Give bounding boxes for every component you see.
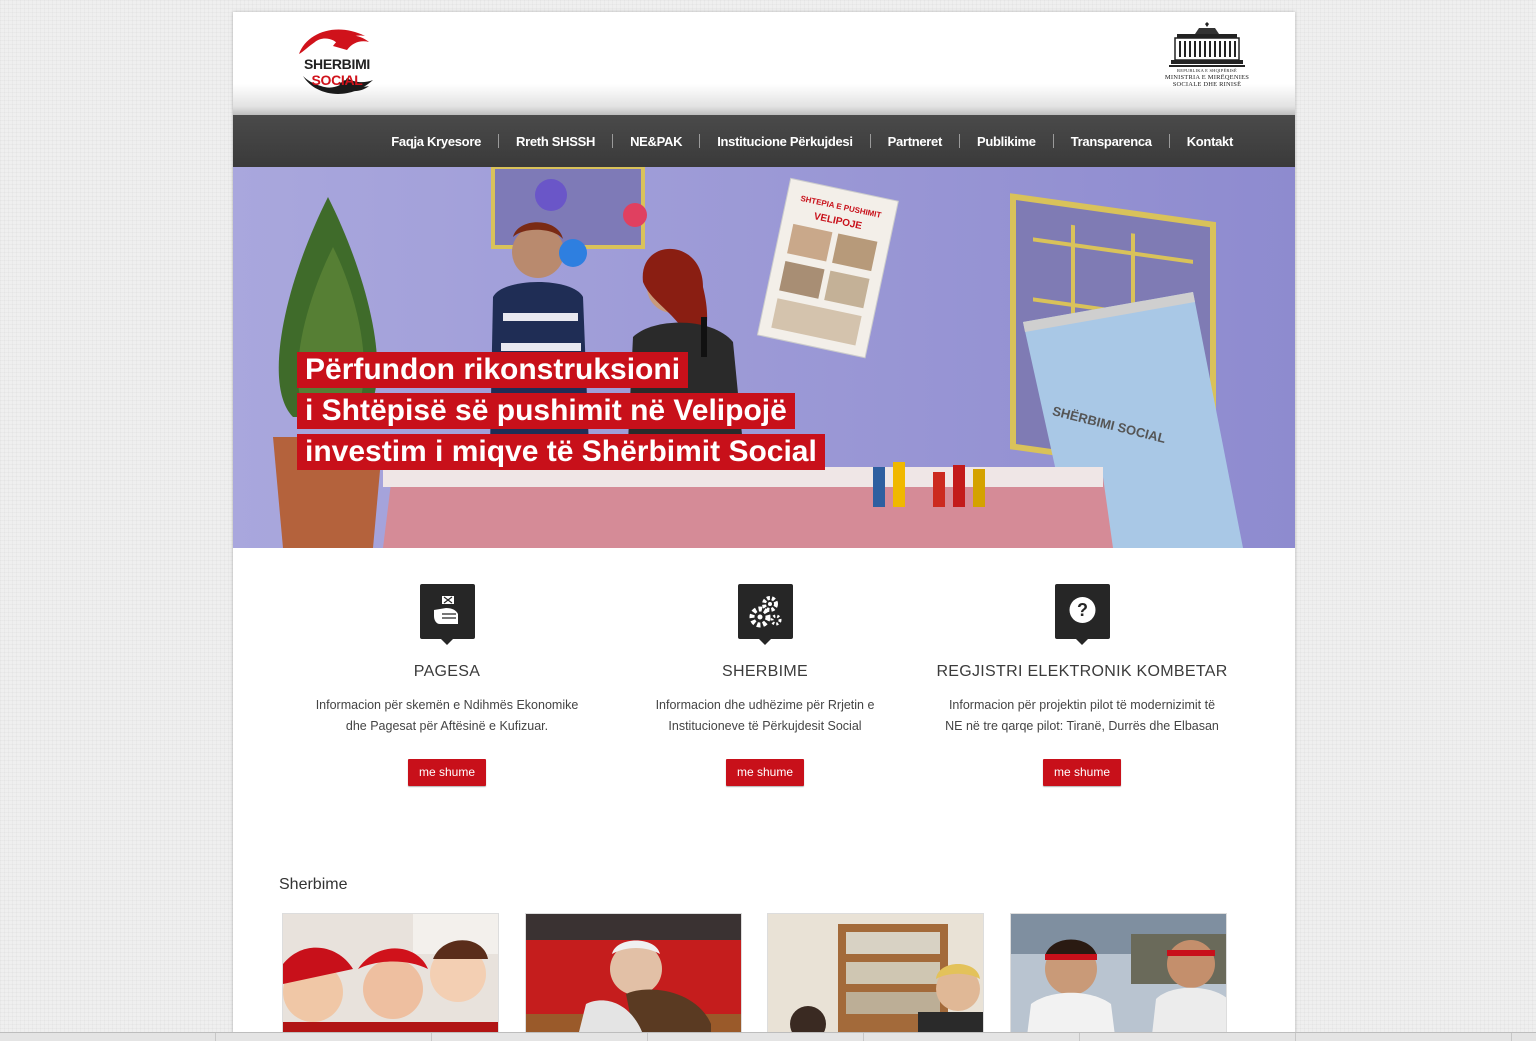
hero-caption-line-1: Përfundon rikonstruksioni [297,352,689,388]
more-button-regjistri[interactable]: me shume [1042,759,1122,786]
classroom-photo [768,914,983,1041]
nav-item-publications: Publikime [942,134,1036,149]
logo-wordmark: SHERBIMI SOCIAL [277,56,397,88]
logo-word-social: SOCIAL [311,72,363,88]
svg-text:?: ? [1077,600,1088,620]
feature-title-sherbime: SHERBIME [722,663,808,680]
boys-with-headbands-photo [1011,914,1226,1041]
more-button-sherbime[interactable]: me shume [725,759,805,786]
feature-description-regjistri: Informacion për projektin pilot të moder… [923,695,1241,737]
service-thumb-4[interactable] [1010,913,1227,1041]
more-button-pagesa[interactable]: me shume [407,759,487,786]
nav-item-partners: Partneret [853,134,943,149]
nav-item-about: Rreth SHSSH [481,134,595,149]
feature-text-line: Informacion për skemën e Ndihmës Ekonomi… [315,698,579,712]
nav-item-care-institutions: Institucione Përkujdesi [682,134,853,149]
browser-bottom-bar [0,1032,1536,1041]
feature-title-pagesa: PAGESA [413,663,481,680]
service-thumb-2[interactable] [525,913,742,1041]
feature-pagesa: PAGESA Informacion për skemën e Ndihmës … [288,584,606,786]
ministry-name-label: Ministria e Mirëqenies [1164,74,1250,81]
feature-title-regjistri: REGJISTRI ELEKTRONIK KOMBETAR [936,663,1228,680]
ministry-building-icon [1169,22,1245,67]
sherbimi-social-logo[interactable]: SHERBIMI SOCIAL [277,24,397,100]
question-icon: ? [1054,584,1110,645]
nav-link-contact[interactable]: Kontakt [1187,134,1234,149]
main-nav: Faqja Kryesore Rreth SHSSH NE&PAK Instit… [391,115,1233,167]
logo-word-sherbimi: SHERBIMI [303,56,371,72]
hero-slider[interactable]: SHTEPIA E PUSHIMIT VELIPOJE SHËRBIMI SOC… [233,167,1295,548]
nav-link-about[interactable]: Rreth SHSSH [516,134,595,149]
feature-description-pagesa: Informacion për skemën e Ndihmës Ekonomi… [288,695,606,737]
service-thumb-1[interactable] [282,913,499,1041]
hero-caption[interactable]: Përfundon rikonstruksioni i Shtëpisë së … [297,352,825,475]
hero-caption-line-2: i Shtëpisë së pushimit në Velipojë [297,393,795,429]
nav-link-ne-pak[interactable]: NE&PAK [630,134,682,149]
nav-link-partners[interactable]: Partneret [888,134,943,149]
feature-text-line: Informacion për projektin pilot të moder… [948,698,1216,712]
nav-link-publications[interactable]: Publikime [977,134,1036,149]
nav-link-transparency[interactable]: Transparenca [1071,134,1152,149]
nav-item-home: Faqja Kryesore [391,134,481,149]
nav-item-transparency: Transparenca [1036,134,1152,149]
gears-icon [737,584,793,645]
hero-caption-line-3: investim i miqve të Shërbimit Social [297,434,825,470]
site-header: SHERBIMI SOCIAL REPUBLIKA E SHQIPËRISË M… [233,12,1295,115]
feature-text-line: dhe Pagesat për Aftësinë e Kufizuar. [345,719,549,733]
ministry-name-label-2: Sociale dhe Rinisë [1172,81,1242,88]
main-navbar: Faqja Kryesore Rreth SHSSH NE&PAK Instit… [233,115,1295,171]
service-thumb-3[interactable] [767,913,984,1041]
feature-text-line: NE në tre qarqe pilot: Tiranë, Durrës dh… [945,719,1219,733]
page-container: SHERBIMI SOCIAL REPUBLIKA E SHQIPËRISË M… [233,12,1295,1041]
services-section-title: Sherbime [279,876,348,893]
hand-money-icon [419,584,475,645]
ministry-logo[interactable]: Republika e Shqipërisë Ministria e Mirëq… [1155,22,1259,92]
elderly-man-hug-photo [526,914,741,1041]
feature-description-sherbime: Informacion dhe udhëzime për Rrjetin e I… [606,695,924,737]
nav-item-ne-pak: NE&PAK [595,134,682,149]
children-in-costumes-photo [283,914,498,1041]
feature-text-line: Informacion dhe udhëzime për Rrjetin e [655,698,875,712]
feature-sherbime: SHERBIME Informacion dhe udhëzime për Rr… [606,584,924,786]
nav-link-care-institutions[interactable]: Institucione Përkujdesi [717,134,853,149]
nav-link-home[interactable]: Faqja Kryesore [391,134,481,149]
feature-regjistri: ? REGJISTRI ELEKTRONIK KOMBETAR Informac… [923,584,1241,786]
nav-item-contact: Kontakt [1152,134,1234,149]
feature-text-line: Institucioneve të Përkujdesit Social [668,719,862,733]
